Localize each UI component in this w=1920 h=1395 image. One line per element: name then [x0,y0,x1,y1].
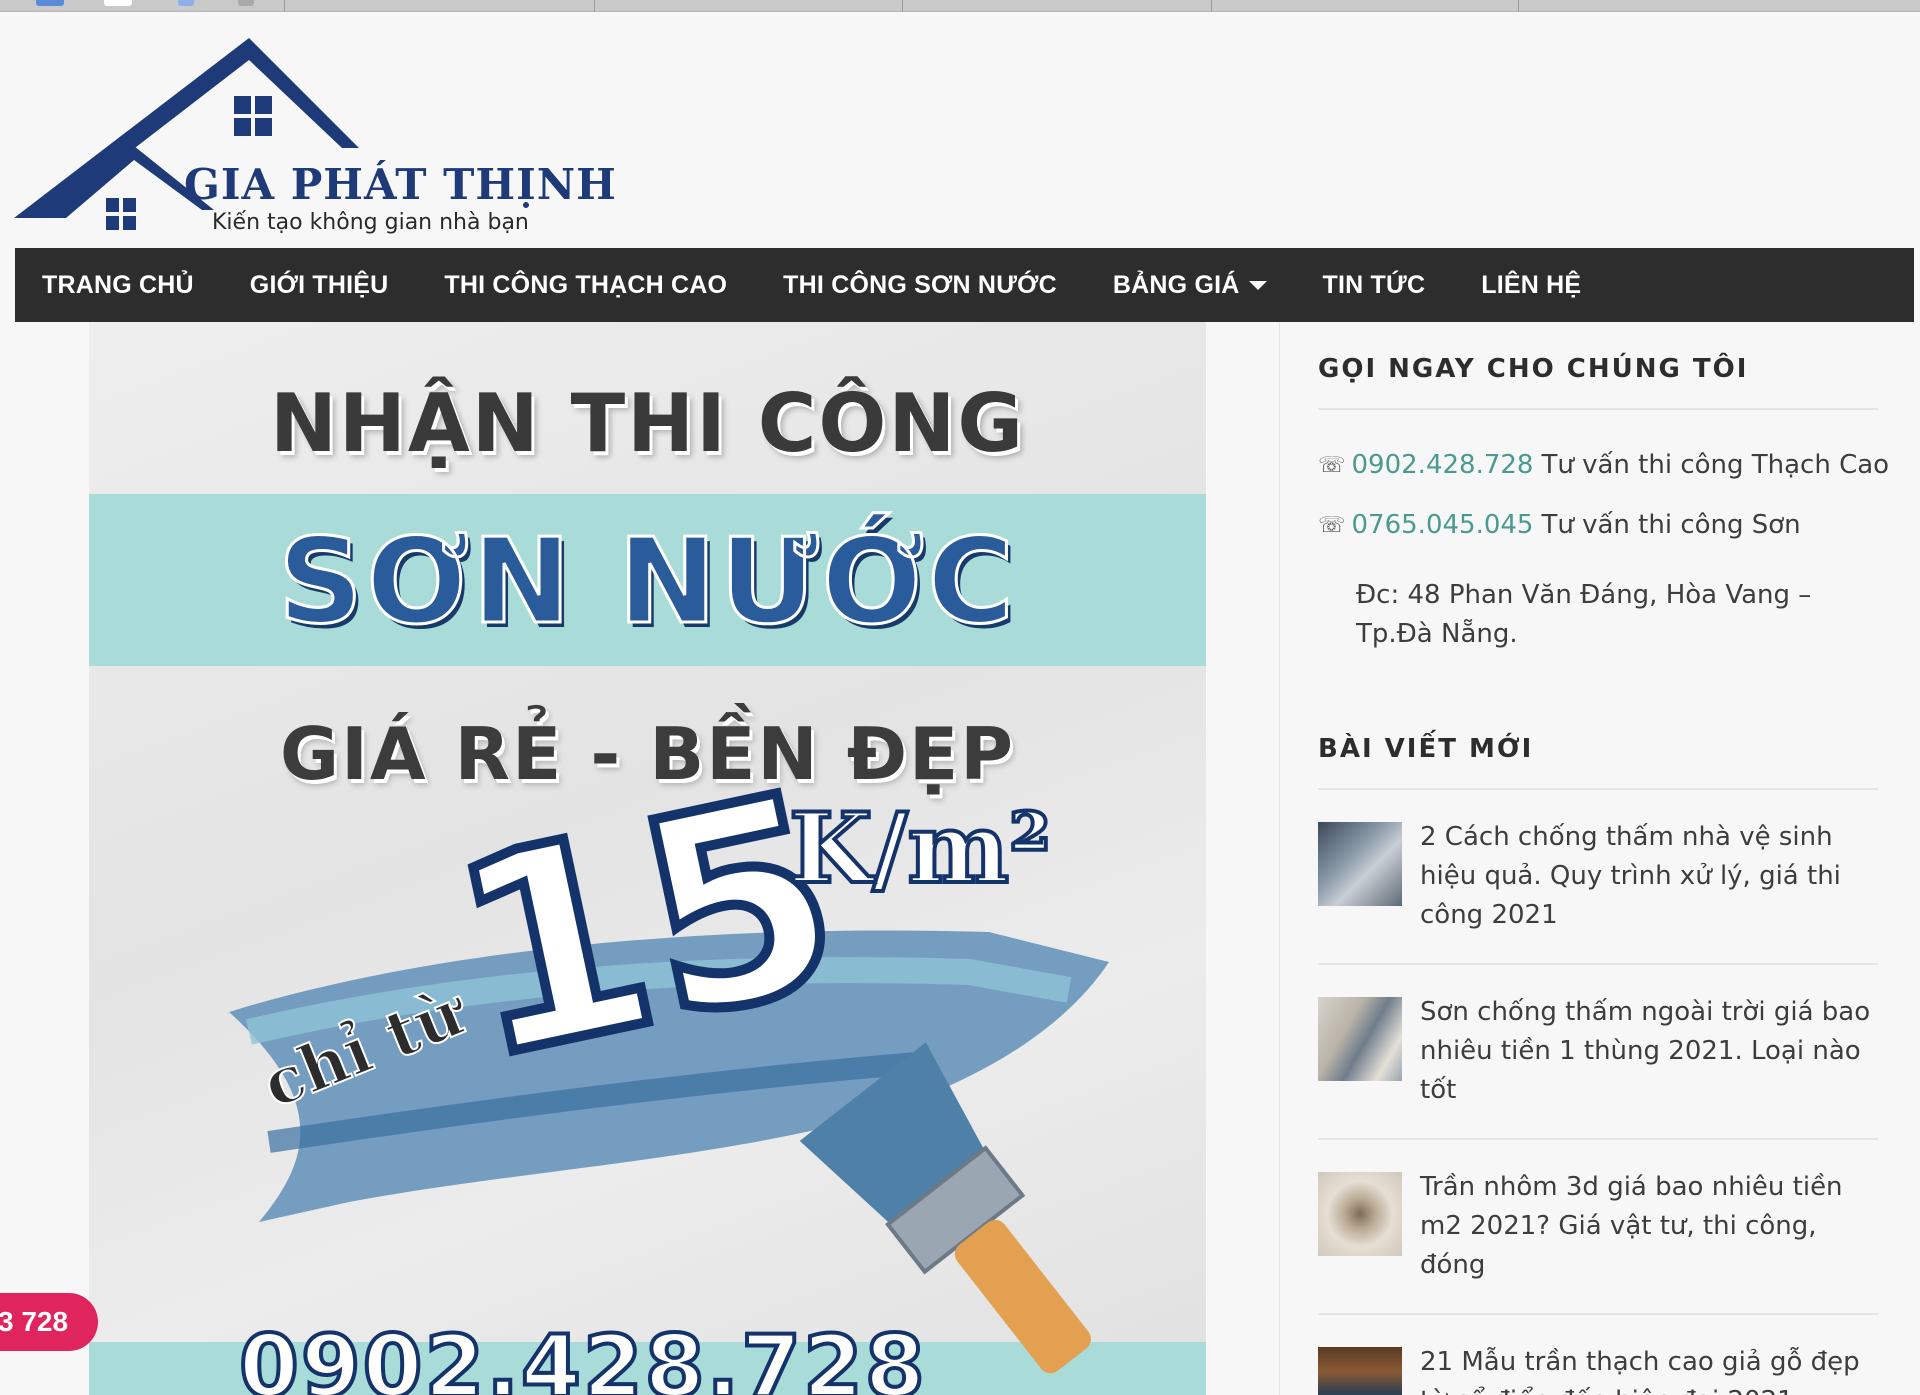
main-navigation: TRANG CHỦ GIỚI THIỆU THI CÔNG THẠCH CAO … [15,248,1914,322]
tab-divider [1211,0,1212,12]
browser-tab-strip [0,0,1920,12]
recent-post-item[interactable]: 2 Cách chống thấm nhà vệ sinh hiệu quả. … [1318,790,1878,965]
contact-desc: Tư vấn thi công Thạch Cao [1541,450,1890,480]
post-title: 21 Mẫu trần thạch cao giả gỗ đẹp từ cổ đ… [1420,1347,1860,1395]
post-thumbnail[interactable] [1318,997,1402,1081]
post-title: Trần nhôm 3d giá bao nhiêu tiền m2 2021?… [1420,1172,1843,1280]
brand-name: GIA PHÁT THỊNH [184,160,617,209]
banner-phone: 0902.428.728 [237,1315,927,1395]
post-thumbnail[interactable] [1318,1172,1402,1256]
nav-item-about[interactable]: GIỚI THIỆU [250,271,389,300]
nav-item-label: BẢNG GIÁ [1112,270,1240,299]
tab-divider [902,0,903,12]
nav-item-home[interactable]: TRANG CHỦ [42,271,194,300]
tab-divider [594,0,595,12]
widget-title: BÀI VIẾT MỚI [1318,734,1878,790]
nav-item-label: TRANG CHỦ [42,270,194,299]
tab-divider [1518,0,1519,12]
banner-price-unit: K/m² [787,790,1053,907]
brand-tagline: Kiến tạo không gian nhà bạn [212,210,529,235]
contact-line: ☏ 0765.045.045 Tư vấn thi công Sơn [1318,510,1878,540]
contact-desc: Tư vấn thi công Sơn [1541,510,1801,540]
nav-item-contact[interactable]: LIÊN HỆ [1481,271,1581,300]
nav-item-pricing[interactable]: BẢNG GIÁ [1113,271,1267,300]
contact-widget: GỌI NGAY CHO CHÚNG TÔI ☏ 0902.428.728 Tư… [1318,354,1889,654]
post-thumbnail[interactable] [1318,1347,1402,1395]
widget-title: GỌI NGAY CHO CHÚNG TÔI [1318,354,1878,410]
nav-item-label: THI CÔNG SƠN NƯỚC [783,270,1057,299]
floating-call-label: 3 728 [0,1306,69,1337]
address: Đc: 48 Phan Văn Đáng, Hòa Vang – Tp.Đà N… [1356,580,1812,649]
nav-item-gypsum[interactable]: THI CÔNG THẠCH CAO [444,271,727,300]
nav-item-label: LIÊN HỆ [1481,270,1582,299]
tab-favicon-icon [36,0,64,6]
sidebar-divider [1279,322,1280,1395]
phone-link[interactable]: 0902.428.728 [1352,450,1534,480]
tab-divider [284,0,285,12]
recent-post-item[interactable]: 21 Mẫu trần thạch cao giả gỗ đẹp từ cổ đ… [1318,1315,1878,1395]
nav-item-painting[interactable]: THI CÔNG SƠN NƯỚC [783,271,1057,300]
tab-favicon-icon [104,0,132,6]
banner-service: SƠN NƯỚC [277,511,1017,652]
promo-banner[interactable]: NHẬN THI CÔNG SƠN NƯỚC GIÁ RẺ - BỀN ĐẸP … [89,322,1206,1395]
post-thumbnail[interactable] [1318,822,1402,906]
nav-item-label: GIỚI THIỆU [249,270,389,299]
post-title: Sơn chống thấm ngoài trời giá bao nhiêu … [1420,997,1871,1105]
recent-posts-widget: BÀI VIẾT MỚI 2 Cách chống thấm nhà vệ si… [1318,734,1878,1395]
contact-line: ☏ 0902.428.728 Tư vấn thi công Thạch Cao [1318,450,1889,480]
site-logo[interactable]: GIA PHÁT THỊNH Kiến tạo không gian nhà b… [14,38,616,238]
recent-post-item[interactable]: Trần nhôm 3d giá bao nhiêu tiền m2 2021?… [1318,1140,1878,1315]
phone-link[interactable]: 0765.045.045 [1352,510,1534,540]
tab-favicon-icon [178,0,194,6]
nav-item-news[interactable]: TIN TỨC [1323,271,1426,300]
recent-post-item[interactable]: Sơn chống thấm ngoài trời giá bao nhiêu … [1318,965,1878,1140]
caret-down-icon [1248,280,1267,290]
nav-item-label: THI CÔNG THẠCH CAO [444,270,728,299]
tab-favicon-icon [238,0,254,6]
post-title: 2 Cách chống thấm nhà vệ sinh hiệu quả. … [1420,822,1841,930]
sidebar: GỌI NGAY CHO CHÚNG TÔI ☏ 0902.428.728 Tư… [1318,322,1889,1395]
floating-call-button[interactable]: 3 728 [0,1293,98,1351]
phone-icon: ☏ [1318,452,1346,478]
nav-item-label: TIN TỨC [1322,270,1426,299]
banner-heading: NHẬN THI CÔNG [269,377,1026,470]
phone-icon: ☏ [1318,512,1346,538]
